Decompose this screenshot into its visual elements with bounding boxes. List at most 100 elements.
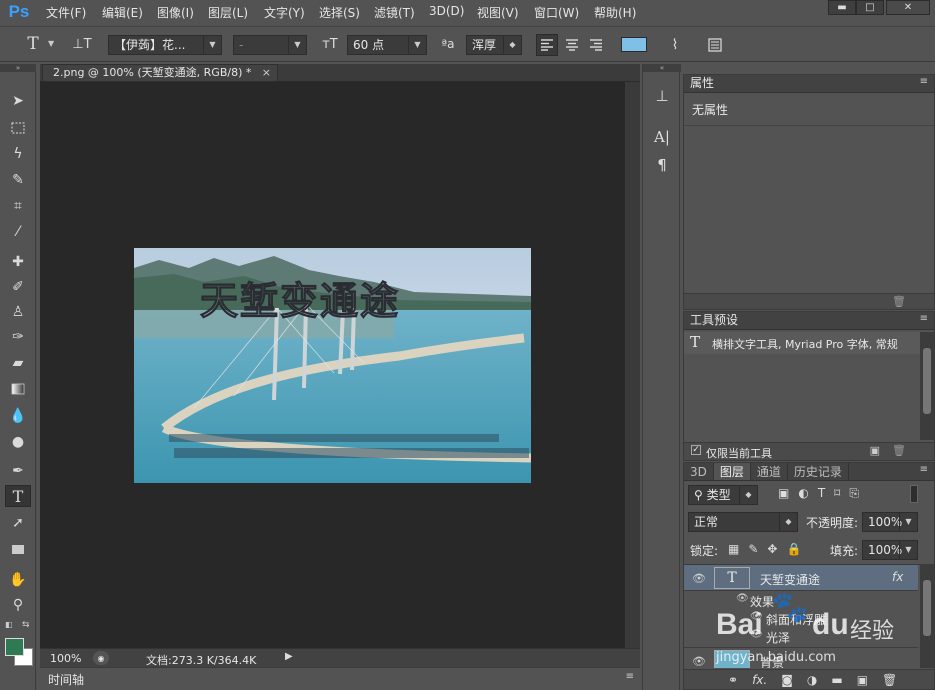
trash-icon[interactable]: 🗑: [892, 295, 906, 308]
tab-channels[interactable]: 通道: [751, 463, 788, 480]
blend-mode-select[interactable]: 正常 ◆: [688, 512, 798, 532]
menu-view[interactable]: 视图(V): [477, 4, 519, 20]
eye-icon[interactable]: 👁: [750, 611, 763, 622]
layer-filter-select[interactable]: ⚲ 类型 ◆: [688, 485, 758, 505]
new-layer-icon[interactable]: ▣: [857, 673, 868, 687]
tab-3d[interactable]: 3D: [684, 463, 714, 480]
eye-icon[interactable]: 👁: [692, 654, 706, 668]
lock-pixels-icon[interactable]: ✎: [748, 542, 758, 556]
align-right-icon[interactable]: [585, 34, 607, 56]
character-panel-icon[interactable]: [704, 34, 726, 56]
swap-colors-icon[interactable]: ⇆: [22, 620, 32, 630]
collapse-icon[interactable]: »: [0, 64, 36, 72]
maximize-button[interactable]: □: [856, 0, 884, 15]
share-icon[interactable]: ◉: [93, 651, 109, 665]
smart-object-filter-icon[interactable]: ⎘: [849, 486, 859, 501]
eye-icon[interactable]: 👁: [692, 571, 706, 585]
layer-name[interactable]: 背景: [760, 654, 784, 668]
menu-select[interactable]: 选择(S): [319, 4, 360, 20]
menu-edit[interactable]: 编辑(E): [102, 4, 143, 20]
blur-tool-icon[interactable]: 💧: [5, 405, 31, 427]
pen-tool-icon[interactable]: ✒: [5, 460, 31, 482]
type-tool-icon[interactable]: T: [5, 485, 31, 507]
menu-filter[interactable]: 滤镜(T): [374, 4, 415, 20]
gradient-tool-icon[interactable]: [5, 378, 31, 400]
effect-satin-row[interactable]: 👁 光泽: [684, 627, 918, 645]
default-colors-icon[interactable]: ◧: [5, 620, 15, 630]
trash-icon[interactable]: 🗑: [892, 444, 906, 457]
preset-dropdown-arrow-icon[interactable]: ▼: [48, 39, 54, 48]
document-canvas[interactable]: 天堑变通途: [134, 248, 531, 483]
eye-icon[interactable]: 👁: [736, 593, 749, 604]
lock-all-icon[interactable]: 🔒: [786, 542, 801, 556]
lock-position-icon[interactable]: ✥: [767, 542, 777, 556]
opacity-field[interactable]: 100% ▼: [862, 512, 918, 532]
foreground-color-swatch[interactable]: [5, 638, 24, 656]
close-tab-icon[interactable]: ×: [262, 65, 271, 81]
adjustment-filter-icon[interactable]: ◐: [798, 486, 808, 501]
new-group-icon[interactable]: ▬: [831, 673, 842, 687]
align-center-icon[interactable]: [561, 34, 583, 56]
toggle-text-orientation-icon[interactable]: ⊥T: [70, 34, 94, 54]
font-style-select[interactable]: - ▼: [233, 35, 307, 55]
align-left-icon[interactable]: [536, 34, 558, 56]
layer-name[interactable]: 天堑变通途: [760, 571, 820, 588]
warp-text-icon[interactable]: ⌇: [664, 34, 686, 56]
tab-history[interactable]: 历史记录: [788, 463, 849, 480]
menu-3d[interactable]: 3D(D): [429, 4, 464, 20]
shape-filter-icon[interactable]: ⌑: [834, 486, 840, 501]
eraser-tool-icon[interactable]: ▰: [5, 352, 31, 374]
menu-help[interactable]: 帮助(H): [594, 4, 636, 20]
tool-presets-scrollbar[interactable]: [920, 332, 934, 440]
tool-presets-icon[interactable]: ⊥: [651, 85, 673, 107]
panel-menu-icon[interactable]: ≡: [626, 671, 634, 682]
layer-effects-row[interactable]: 👁 效果: [684, 591, 918, 609]
rectangle-tool-icon[interactable]: [5, 538, 31, 560]
healing-brush-tool-icon[interactable]: ✚: [5, 251, 31, 273]
hand-tool-icon[interactable]: ✋: [5, 569, 31, 591]
document-vertical-scrollbar[interactable]: [625, 82, 640, 648]
close-button[interactable]: ✕: [886, 0, 930, 15]
document-tab[interactable]: 2.png @ 100% (天堑变通途, RGB/8) * ×: [42, 64, 278, 82]
type-tool-preset-icon[interactable]: T: [20, 34, 46, 54]
fx-icon[interactable]: fx: [892, 570, 903, 584]
brush-tool-icon[interactable]: ✐: [5, 276, 31, 298]
new-preset-icon[interactable]: ▣: [870, 444, 880, 457]
zoom-level[interactable]: 100%: [50, 652, 81, 665]
current-tool-only-checkbox[interactable]: ✓: [691, 445, 701, 455]
layer-row-text[interactable]: 👁 T 天堑变通途 fx: [684, 565, 918, 591]
panel-menu-icon[interactable]: ≡: [920, 464, 928, 475]
lock-transparent-icon[interactable]: ▦: [728, 542, 739, 556]
minimize-button[interactable]: ▬: [828, 0, 856, 15]
layer-row-background[interactable]: 👁 背景: [684, 647, 918, 668]
collapse-icon[interactable]: «: [643, 64, 681, 72]
menu-file[interactable]: 文件(F): [46, 4, 86, 20]
add-mask-icon[interactable]: ◙: [781, 673, 793, 687]
adjustment-layer-icon[interactable]: ◑: [807, 673, 817, 687]
add-style-icon[interactable]: fx.: [752, 673, 767, 687]
menu-image[interactable]: 图像(I): [157, 4, 194, 20]
tool-preset-item[interactable]: T 横排文字工具, Myriad Pro 字体, 常规: [684, 332, 920, 354]
pixel-filter-icon[interactable]: ▣: [778, 486, 789, 501]
effect-bevel-row[interactable]: 👁 斜面和浮雕: [684, 609, 918, 627]
timeline-panel-tab[interactable]: 时间轴 ≡: [40, 667, 640, 690]
paragraph-icon[interactable]: ¶: [651, 154, 673, 176]
move-tool-icon[interactable]: ➤: [5, 90, 31, 112]
eye-icon[interactable]: 👁: [750, 629, 763, 640]
panel-menu-icon[interactable]: ≡: [920, 76, 928, 87]
history-brush-tool-icon[interactable]: ✑: [5, 326, 31, 348]
filter-toggle[interactable]: [910, 485, 918, 503]
lasso-tool-icon[interactable]: ϟ: [5, 143, 31, 165]
dodge-tool-icon[interactable]: ●: [5, 431, 31, 453]
crop-tool-icon[interactable]: ⌗: [5, 195, 31, 217]
clone-stamp-tool-icon[interactable]: ♙: [5, 301, 31, 323]
character-icon[interactable]: A|: [651, 126, 673, 148]
text-color-swatch[interactable]: [621, 37, 647, 52]
tab-layers[interactable]: 图层: [713, 463, 751, 480]
path-selection-tool-icon[interactable]: ➚: [5, 512, 31, 534]
fill-field[interactable]: 100% ▼: [862, 540, 918, 560]
marquee-tool-icon[interactable]: [5, 117, 31, 139]
panel-menu-icon[interactable]: ≡: [920, 313, 928, 324]
layers-scrollbar[interactable]: [920, 564, 934, 668]
quick-select-tool-icon[interactable]: ✎: [5, 169, 31, 191]
